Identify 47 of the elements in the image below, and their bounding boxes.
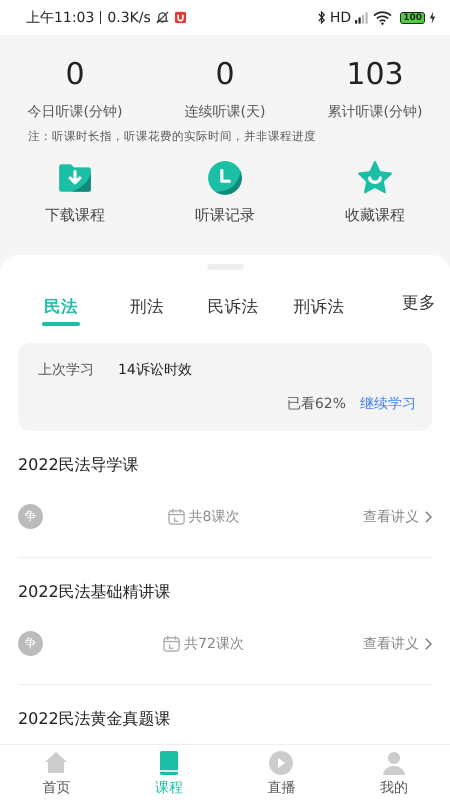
lesson-count: 共72课次 (184, 634, 244, 652)
shortcut-label[interactable]: 听课记录 (195, 206, 255, 225)
progress-text: 已看62% (286, 395, 346, 413)
stat-label: 累计听课(分钟) (326, 103, 424, 121)
category-tab[interactable]: 刑法 (104, 296, 190, 326)
calendar-icon (166, 507, 186, 526)
more-tab[interactable]: 更多 (402, 292, 436, 314)
course-title[interactable]: 2022民法黄金真题课 (18, 709, 432, 730)
bluetooth-icon (316, 10, 326, 25)
signal-icon (355, 11, 370, 24)
course-title[interactable]: 2022民法导学课 (18, 455, 432, 476)
handout-link[interactable]: 查看讲义 (362, 634, 432, 652)
course-title[interactable]: 2022民法基础精讲课 (18, 582, 432, 603)
lesson-title: 14诉讼时效 (118, 361, 192, 379)
charging-icon (429, 11, 436, 24)
battery-level: 100 (400, 12, 425, 24)
calendar-icon (162, 634, 182, 653)
wifi-icon (373, 10, 392, 25)
clock-time: 上午11:03 (26, 8, 94, 26)
play-circle-icon (267, 748, 296, 776)
stat-value: 0 (214, 56, 236, 94)
app-notification-icon (174, 11, 187, 24)
shortcut-label[interactable]: 下载课程 (45, 206, 105, 225)
last-study-label: 上次学习 (38, 361, 94, 379)
tag-badge: 争 (18, 504, 43, 529)
handout-link[interactable]: 查看讲义 (362, 508, 432, 526)
lesson-count: 共8课次 (188, 508, 240, 526)
network-speed: 0.3K/s (107, 10, 151, 26)
shortcut-label[interactable]: 收藏课程 (345, 206, 405, 225)
chevron-right-icon (424, 638, 432, 650)
nav-tab[interactable]: 直播 (225, 745, 338, 800)
continue-link[interactable]: 继续学习 (360, 395, 416, 413)
hd-label: HD (330, 10, 352, 26)
stat-value: 0 (64, 56, 86, 94)
tag-badge: 争 (18, 631, 43, 656)
note-text: 注：听课时长指，听课花费的实际时间，并非课程进度 (28, 129, 317, 144)
star-icon (357, 160, 393, 196)
nav-tab[interactable]: 我的 (338, 745, 450, 800)
stat-label: 连续听课(天) (184, 103, 266, 121)
category-tab[interactable]: 民诉法 (190, 296, 276, 326)
category-tab[interactable]: 刑诉法 (276, 296, 362, 326)
muted-bell-icon (154, 10, 170, 25)
nav-tab[interactable]: 首页 (0, 745, 112, 800)
stat-label: 今日听课(分钟) (26, 103, 124, 121)
stat-value: 103 (345, 56, 405, 94)
chevron-right-icon (424, 510, 432, 522)
clock-icon (207, 160, 243, 196)
